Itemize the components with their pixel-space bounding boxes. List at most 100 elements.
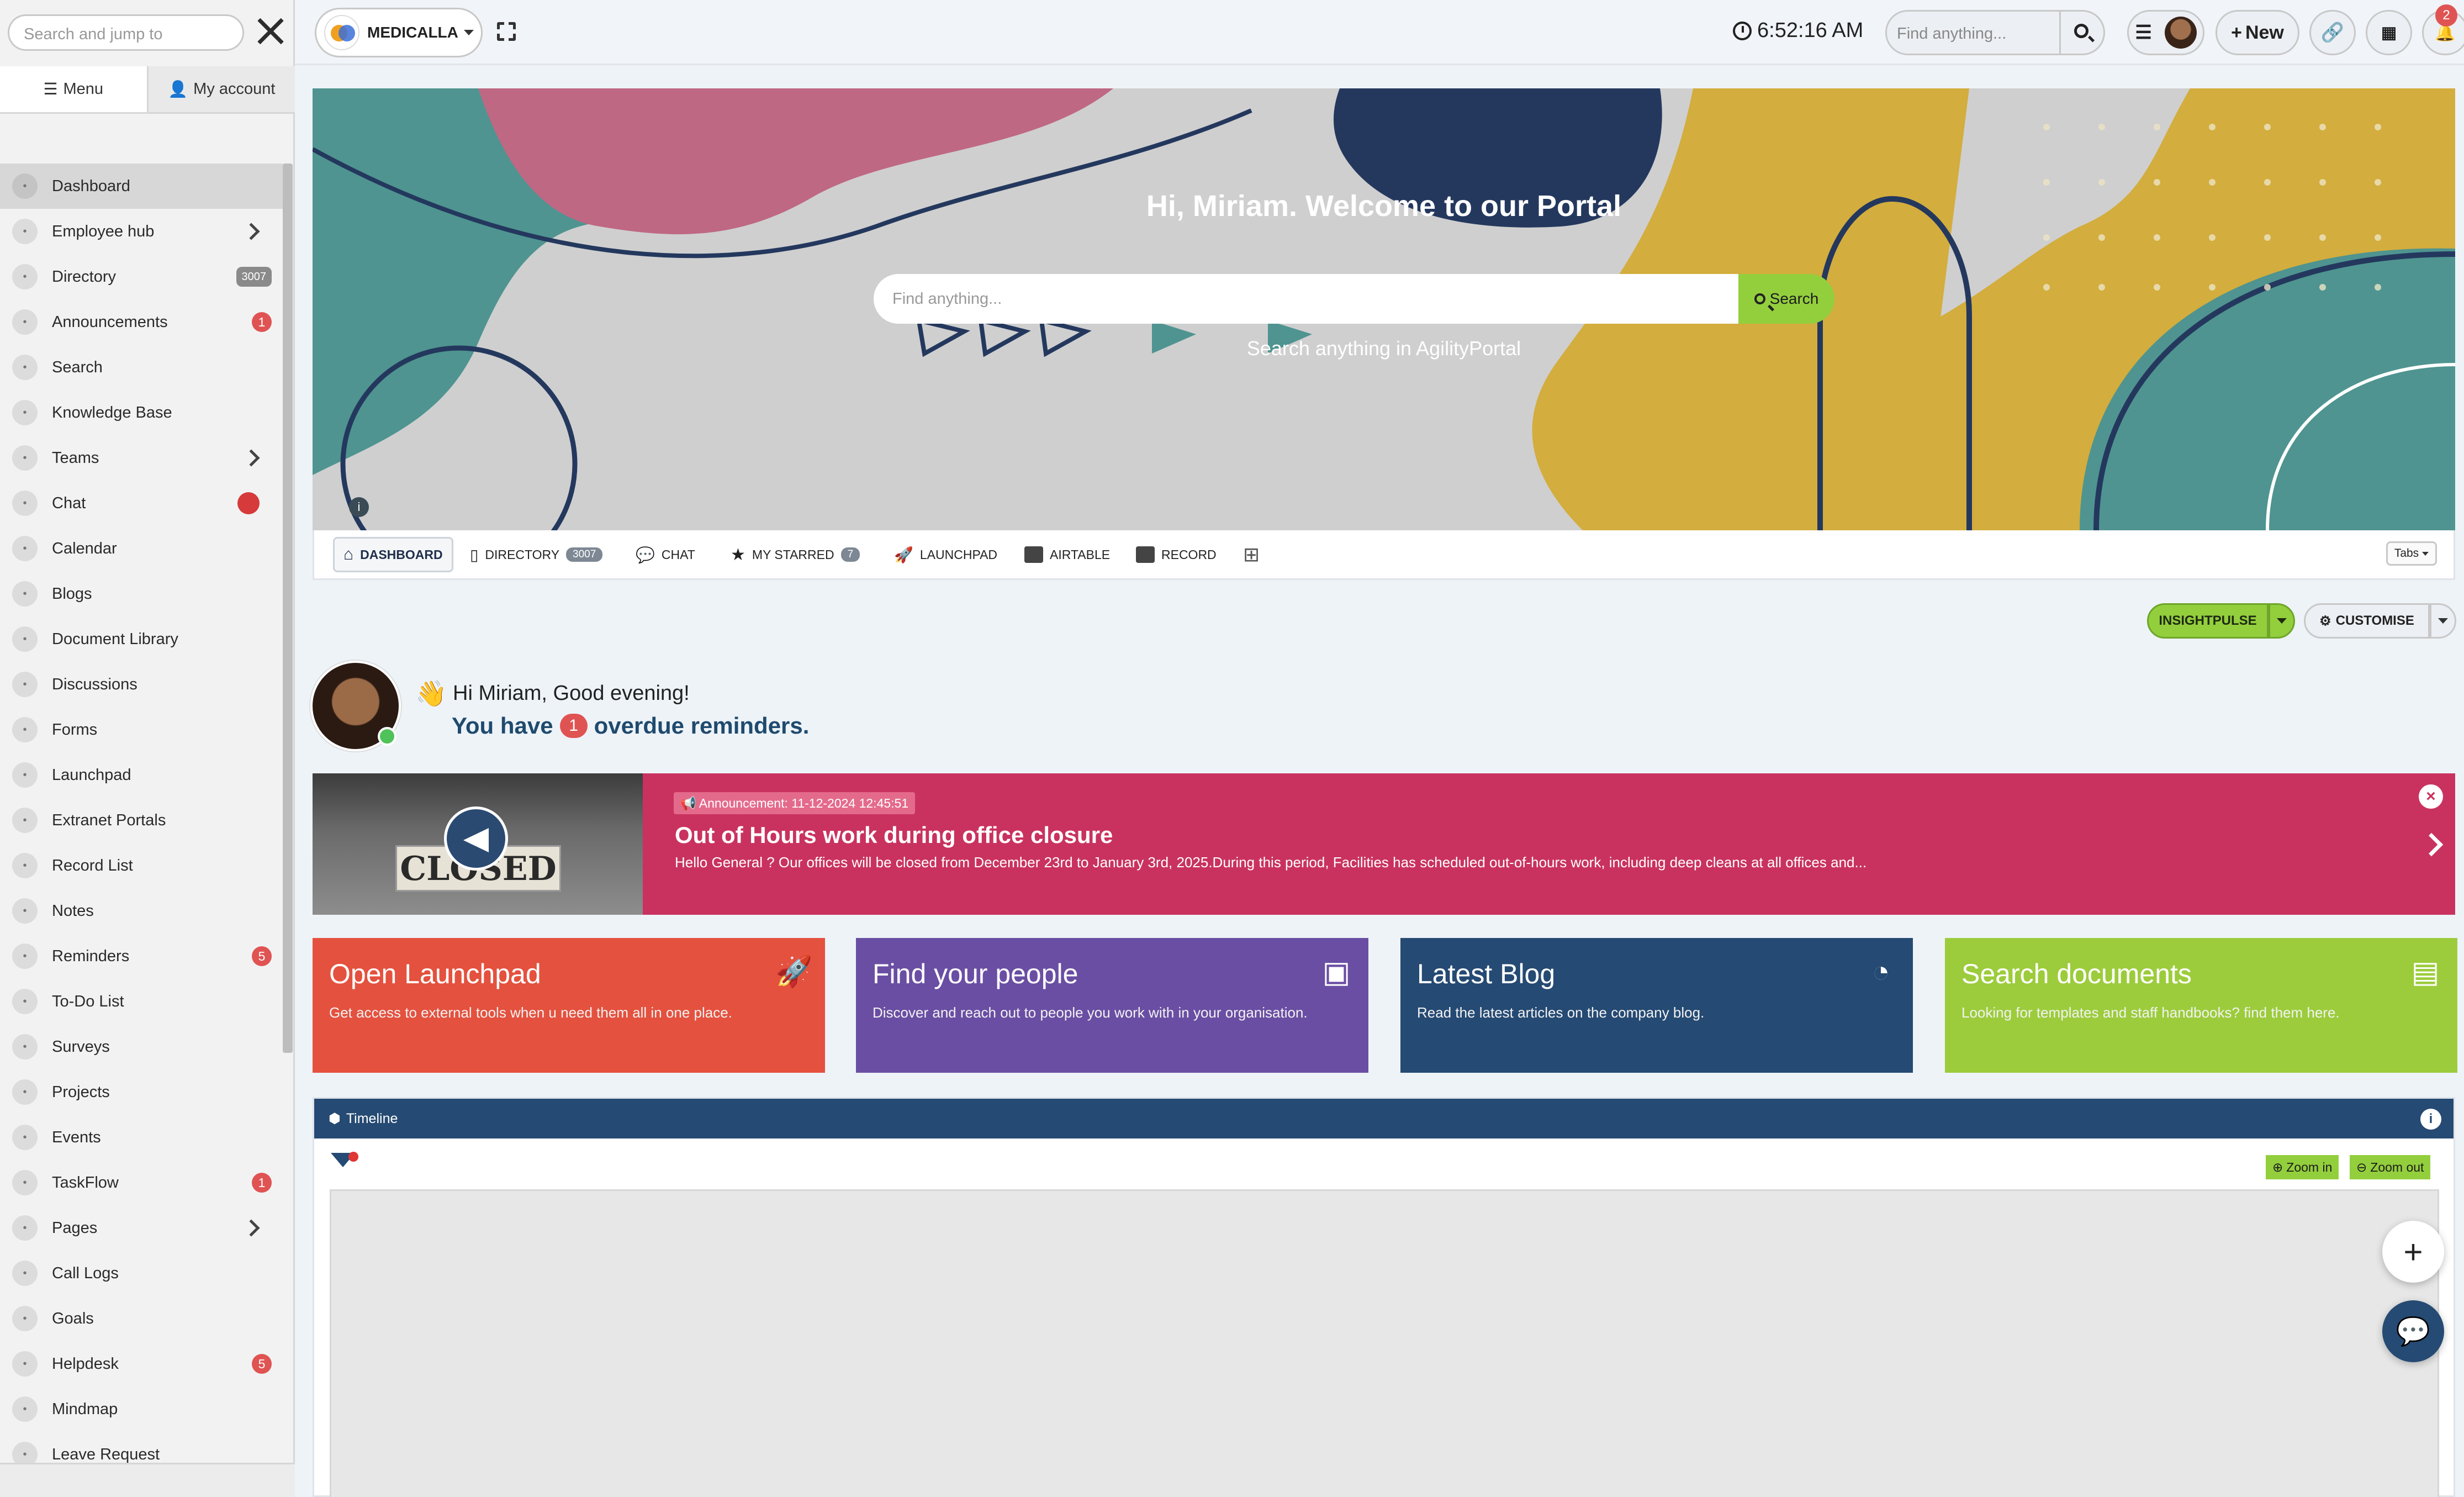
sidebar-item-events[interactable]: • Events — [0, 1115, 283, 1160]
megaphone-icon: • — [12, 309, 38, 335]
tab-my-starred[interactable]: ★ MY STARRED 7 — [722, 537, 869, 572]
sidebar-item-label: Projects — [52, 1083, 110, 1101]
chevron-right-icon[interactable] — [242, 449, 260, 467]
list-icon: • — [12, 989, 38, 1014]
timeline-widget: ⬢ Timeline i ⊕ Zoom in ⊖ Zoom out — [313, 1097, 2455, 1497]
announcement-carousel[interactable]: CLOSED 📢 Announcement: 11-12-2024 12:45:… — [313, 773, 2455, 915]
zoom-in-button[interactable]: ⊕ Zoom in — [2266, 1155, 2339, 1179]
zoom-out-button[interactable]: ⊖ Zoom out — [2350, 1155, 2431, 1179]
customise-button[interactable]: ⚙ CUSTOMISE — [2304, 603, 2430, 639]
sidebar-item-label: Mindmap — [52, 1400, 118, 1418]
sidebar-item-record-list[interactable]: • Record List — [0, 843, 283, 888]
dashboard-icon: • — [12, 173, 38, 199]
sidebar-item-pages[interactable]: • Pages — [0, 1205, 283, 1251]
sidebar-item-teams[interactable]: • Teams — [0, 435, 283, 481]
rocket-icon: • — [12, 762, 38, 788]
sidebar-item-label: Events — [52, 1128, 101, 1146]
sidebar-scrollbar[interactable] — [283, 164, 293, 1053]
sidebar-item-to-do-list[interactable]: • To-Do List — [0, 979, 283, 1024]
add-widget-button[interactable]: + — [2382, 1221, 2444, 1283]
top-search-input[interactable]: Find anything... — [1885, 10, 2061, 55]
link-icon[interactable]: 🔗 — [2309, 10, 2356, 55]
sidebar-item-projects[interactable]: • Projects — [0, 1069, 283, 1115]
sidebar-item-announcements[interactable]: • Announcements 1 — [0, 299, 283, 345]
tab-directory[interactable]: ▯ DIRECTORY 3007 — [461, 537, 611, 572]
sidebar-item-notes[interactable]: • Notes — [0, 888, 283, 934]
org-switcher[interactable]: MEDICALLA — [315, 8, 483, 57]
user-menu-button[interactable]: ☰ — [2127, 10, 2204, 55]
announcement-title[interactable]: Out of Hours work during office closure — [675, 822, 1113, 848]
sidebar-item-taskflow[interactable]: • TaskFlow 1 — [0, 1160, 283, 1205]
sidebar-item-forms[interactable]: • Forms — [0, 707, 283, 752]
card-find-your-people[interactable]: Find your people Discover and reach out t… — [856, 938, 1368, 1073]
count-badge: 1 — [252, 312, 272, 332]
insightpulse-button[interactable]: INSIGHTPULSE — [2147, 603, 2269, 639]
sidebar-item-reminders[interactable]: • Reminders 5 — [0, 934, 283, 979]
reminders-summary[interactable]: You have 1 overdue reminders. — [452, 713, 809, 739]
plus-icon: + — [2403, 1233, 2423, 1271]
sidebar-item-blogs[interactable]: • Blogs — [0, 571, 283, 616]
close-icon[interactable]: × — [2419, 784, 2443, 809]
chevron-right-icon[interactable] — [242, 223, 260, 240]
team-icon: • — [12, 445, 38, 471]
tabs-dropdown[interactable]: Tabs — [2386, 541, 2437, 566]
sidebar-item-surveys[interactable]: • Surveys — [0, 1024, 283, 1069]
sidebar-item-employee-hub[interactable]: • Employee hub — [0, 209, 283, 254]
fullscreen-icon[interactable] — [496, 22, 516, 41]
sidebar-item-calendar[interactable]: • Calendar — [0, 526, 283, 571]
info-icon[interactable]: i — [349, 497, 369, 517]
sidebar-item-goals[interactable]: • Goals — [0, 1296, 283, 1341]
sidebar-item-helpdesk[interactable]: • Helpdesk 5 — [0, 1341, 283, 1387]
card-open-launchpad[interactable]: Open Launchpad Get access to external too… — [313, 938, 825, 1073]
tab-launchpad[interactable]: 🚀 LAUNCHPAD — [885, 537, 1006, 572]
info-icon[interactable]: i — [2420, 1109, 2441, 1130]
tab-menu[interactable]: ☰ Menu — [0, 66, 149, 112]
sidebar-item-label: Reminders — [52, 947, 130, 965]
sidebar-item-directory[interactable]: • Directory 3007 — [0, 254, 283, 299]
tab-my-account[interactable]: 👤 My account — [148, 66, 295, 112]
customise-caret-button[interactable] — [2430, 603, 2456, 639]
insightpulse-caret-button[interactable] — [2269, 603, 2295, 639]
sidebar-search-input[interactable]: Search and jump to — [8, 14, 244, 51]
brain-icon: • — [12, 1396, 38, 1422]
caret-down-icon — [2277, 618, 2287, 624]
card-search-documents[interactable]: Search documents Looking for templates an… — [1945, 938, 2457, 1073]
tab-airtable[interactable]: AIRTABLE — [1016, 537, 1119, 572]
chat-launcher-button[interactable]: 💬 — [2382, 1300, 2444, 1362]
reminders-count-badge: 1 — [559, 714, 588, 738]
tab-chat[interactable]: 💬 CHAT — [627, 537, 704, 572]
sidebar-item-knowledge-base[interactable]: • Knowledge Base — [0, 390, 283, 435]
sidebar-item-extranet-portals[interactable]: • Extranet Portals — [0, 798, 283, 843]
sidebar-item-label: Pages — [52, 1219, 98, 1237]
sidebar-item-launchpad[interactable]: • Launchpad — [0, 752, 283, 798]
add-tab-button[interactable]: ⊞ — [1234, 537, 1268, 572]
card-latest-blog[interactable]: Latest Blog Read the latest articles on t… — [1400, 938, 1913, 1073]
calendar-icon[interactable]: ▦ — [2366, 10, 2412, 55]
search-icon: • — [12, 355, 38, 380]
top-search-button[interactable] — [2061, 10, 2105, 55]
timeline-canvas[interactable] — [330, 1189, 2439, 1497]
sidebar-item-document-library[interactable]: • Document Library — [0, 616, 283, 662]
banner-search-button[interactable]: Search — [1738, 274, 1834, 324]
sidebar-item-label: Announcements — [52, 313, 168, 331]
hamburger-icon: ☰ — [2135, 22, 2152, 43]
announcement-tag-text: Announcement: 11-12-2024 12:45:51 — [699, 796, 909, 810]
close-icon[interactable] — [253, 13, 288, 49]
rss-icon: • — [12, 581, 38, 607]
sidebar-item-search[interactable]: • Search — [0, 345, 283, 390]
menu-icon: ☰ — [43, 81, 58, 98]
tabs-dropdown-label: Tabs — [2394, 547, 2419, 560]
tab-dashboard[interactable]: ⌂ DASHBOARD — [333, 537, 453, 572]
new-button[interactable]: + New — [2216, 10, 2299, 55]
banner-search-input[interactable]: Find anything... — [874, 274, 1738, 324]
chevron-right-icon[interactable] — [242, 1219, 260, 1237]
sidebar-item-call-logs[interactable]: • Call Logs — [0, 1251, 283, 1296]
sidebar-item-mindmap[interactable]: • Mindmap — [0, 1387, 283, 1432]
star-icon: ★ — [731, 545, 745, 564]
sidebar-item-chat[interactable]: • Chat — [0, 481, 283, 526]
tab-record[interactable]: RECORD — [1127, 537, 1225, 572]
chevron-right-icon[interactable] — [2419, 832, 2444, 857]
tab-directory-badge: 3007 — [566, 547, 603, 562]
sidebar-item-discussions[interactable]: • Discussions — [0, 662, 283, 707]
sidebar-item-dashboard[interactable]: • Dashboard — [0, 164, 283, 209]
